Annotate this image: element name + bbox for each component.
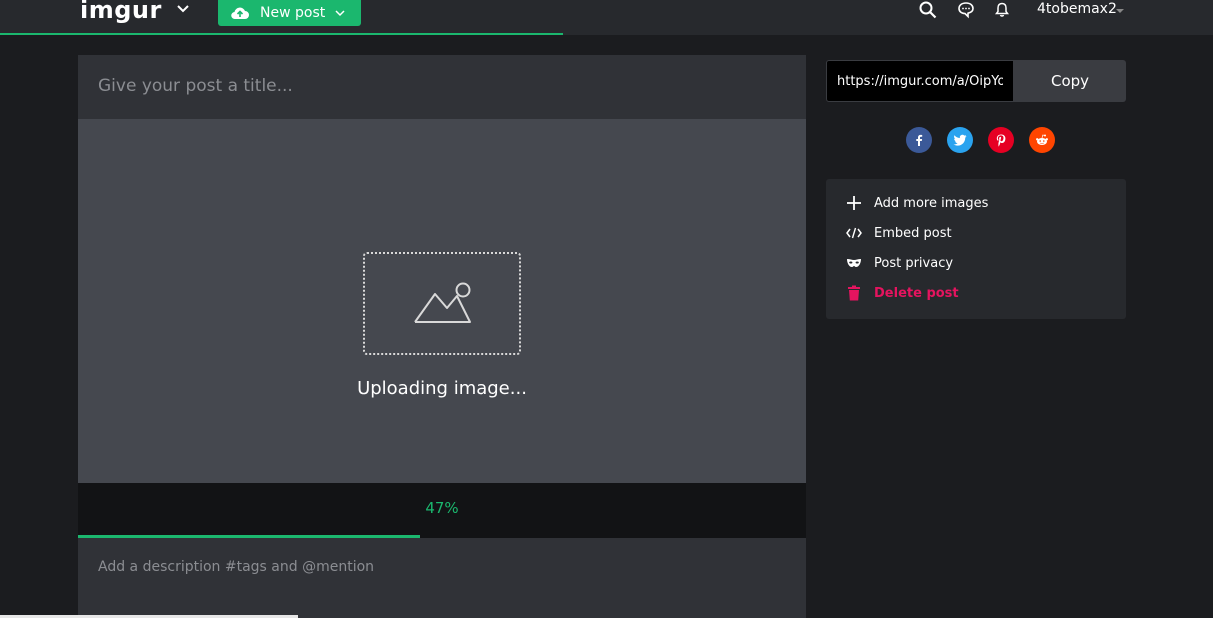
imgur-logo[interactable]: imgur [80, 0, 162, 24]
messages-icon[interactable] [957, 1, 975, 19]
trash-icon [844, 283, 864, 303]
share-reddit-button[interactable] [1029, 127, 1055, 153]
image-upload-area: Uploading image... [78, 119, 806, 483]
reddit-icon [1036, 134, 1048, 145]
post-description-container [78, 538, 806, 618]
action-label: Embed post [874, 225, 952, 241]
page-loading-bar [0, 33, 563, 35]
post-link-field[interactable] [826, 60, 1014, 102]
caret-down-icon[interactable] [1116, 9, 1124, 13]
add-more-images-button[interactable]: Add more images [844, 192, 1114, 214]
image-placeholder-frame [363, 252, 521, 355]
notifications-bell-icon[interactable] [993, 1, 1011, 19]
action-label: Delete post [874, 285, 959, 301]
image-placeholder-icon [414, 282, 471, 323]
top-navigation-bar: imgur New post 4tobemax2 [0, 0, 1213, 35]
post-description-input[interactable] [98, 559, 786, 599]
code-icon [844, 223, 864, 243]
facebook-icon [916, 134, 923, 146]
share-twitter-button[interactable] [947, 127, 973, 153]
post-link-input[interactable] [837, 61, 1003, 101]
share-facebook-button[interactable] [906, 127, 932, 153]
upload-progress: 47% [78, 483, 806, 538]
share-pinterest-button[interactable] [988, 127, 1014, 153]
action-label: Post privacy [874, 255, 954, 271]
chevron-down-icon[interactable] [176, 4, 190, 14]
plus-icon [844, 193, 864, 213]
post-privacy-button[interactable]: Post privacy [844, 252, 1114, 274]
delete-post-button[interactable]: Delete post [844, 282, 1114, 304]
cloud-upload-icon [231, 7, 249, 20]
upload-status-text: Uploading image... [357, 378, 527, 399]
embed-post-button[interactable]: Embed post [844, 222, 1114, 244]
action-label: Add more images [874, 195, 989, 211]
username[interactable]: 4tobemax2 [1037, 1, 1117, 17]
chevron-down-icon [335, 10, 345, 17]
progress-percent: 47% [425, 499, 459, 517]
twitter-icon [953, 134, 967, 146]
pinterest-icon [996, 134, 1006, 146]
search-icon[interactable] [919, 1, 937, 19]
copy-link-button[interactable]: Copy [1014, 60, 1126, 102]
post-actions-panel: Add more images Embed post Post privacy … [826, 179, 1126, 319]
new-post-button[interactable]: New post [218, 0, 361, 26]
post-title-input[interactable] [98, 76, 786, 96]
post-title-container [78, 55, 806, 119]
mask-icon [844, 253, 864, 273]
new-post-label: New post [260, 5, 326, 21]
